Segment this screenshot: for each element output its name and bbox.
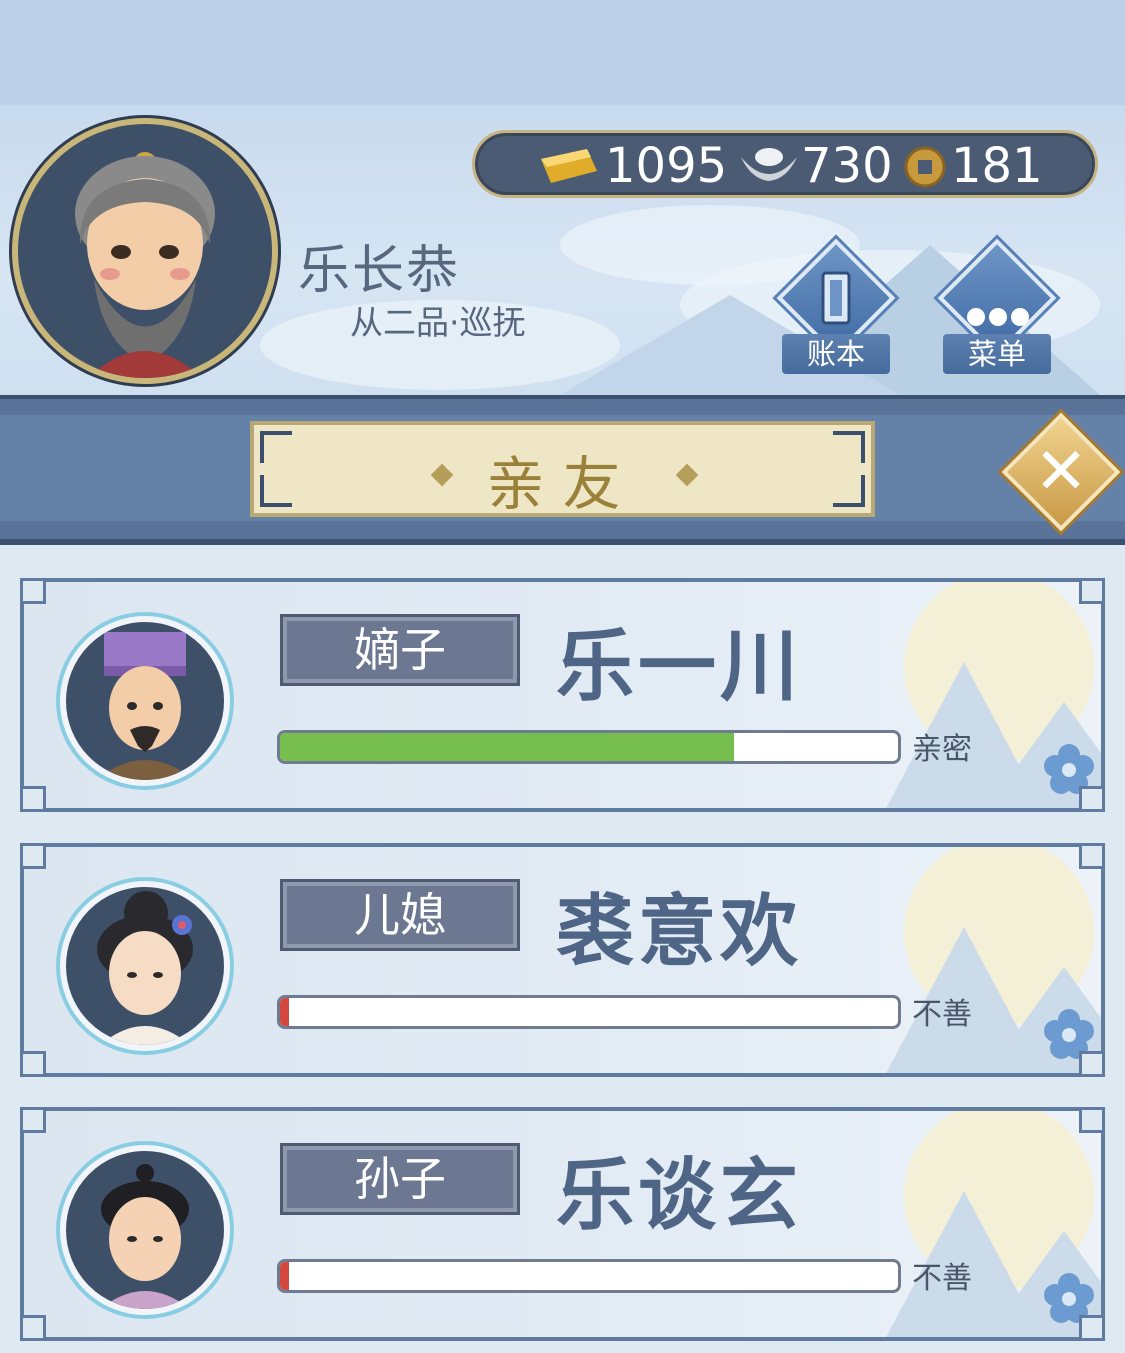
relation-tag: 儿媳 (280, 879, 520, 951)
card-corner-ornament (20, 786, 46, 812)
copper-coin-icon (904, 146, 946, 188)
card-corner-ornament (20, 1051, 46, 1077)
panel-title: 亲友 (486, 450, 639, 518)
relation-tag: 嫡子 (280, 614, 520, 686)
ledger-book-icon (821, 271, 851, 325)
card-corner-ornament (1079, 786, 1105, 812)
relative-name: 裘意欢 (556, 887, 803, 977)
affinity-bar (277, 995, 901, 1029)
card-corner-ornament (20, 1107, 46, 1133)
gold-bar-icon (541, 149, 597, 183)
currency-bar: 1095 730 181 (472, 130, 1098, 198)
relation-tag: 孙子 (280, 1143, 520, 1215)
card-corner-ornament (1079, 843, 1105, 869)
affinity-label: 不善 (912, 1261, 972, 1296)
card-corner-ornament (1079, 1051, 1105, 1077)
card-corner-ornament (20, 1315, 46, 1341)
relative-card-2[interactable]: 儿媳 裘意欢 不善 (20, 843, 1105, 1077)
affinity-label: 不善 (912, 997, 972, 1032)
affinity-bar (277, 1259, 901, 1293)
affinity-label: 亲密 (912, 732, 972, 767)
card-corner-ornament (1079, 1107, 1105, 1133)
relative-avatar[interactable] (60, 881, 230, 1051)
card-corner-ornament (20, 843, 46, 869)
gold-amount: 1095 (605, 138, 728, 194)
header-sky-strip (0, 0, 1125, 105)
elder-portrait-icon (75, 152, 215, 378)
ledger-button-label: 账本 (782, 334, 890, 374)
card-corner-ornament (20, 578, 46, 604)
close-button[interactable]: ✕ (1019, 430, 1103, 514)
grandson-portrait-icon (100, 1164, 190, 1309)
menu-button[interactable]: 菜单 (937, 238, 1057, 382)
silver-ingot-icon (741, 148, 797, 181)
affinity-bar-fill (280, 998, 290, 1026)
affinity-bar-fill (280, 1262, 290, 1290)
relative-name: 乐一川 (556, 622, 803, 712)
son-portrait-icon (96, 632, 194, 780)
coin-amount: 181 (951, 138, 1043, 194)
player-avatar[interactable] (12, 118, 278, 384)
menu-button-label: 菜单 (943, 334, 1051, 374)
relative-card-3[interactable]: 孙子 乐谈玄 不善 (20, 1107, 1105, 1341)
panel-title-plaque: 亲友 (250, 421, 875, 518)
relative-card-1[interactable]: 嫡子 乐一川 亲密 (20, 578, 1105, 812)
relative-avatar[interactable] (60, 1145, 230, 1315)
player-rank: 从二品·巡抚 (350, 303, 526, 342)
affinity-bar (277, 730, 901, 764)
player-name: 乐长恭 (298, 241, 461, 301)
card-corner-ornament (1079, 1315, 1105, 1341)
relative-avatar[interactable] (60, 616, 230, 786)
card-corner-ornament (1079, 578, 1105, 604)
affinity-bar-fill (280, 733, 735, 761)
ledger-button[interactable]: 账本 (776, 238, 896, 382)
relative-name: 乐谈玄 (556, 1151, 803, 1241)
silver-amount: 730 (801, 138, 893, 194)
daughter-in-law-portrait-icon (97, 891, 193, 1045)
more-dots-icon (967, 308, 1029, 326)
